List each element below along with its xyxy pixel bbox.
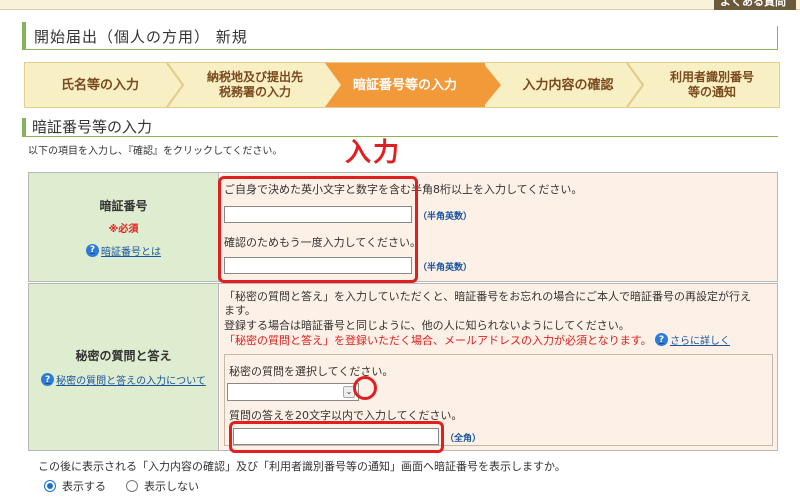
help-icon: ? (41, 373, 55, 386)
instruction-text: 以下の項目を入力し、『確認』をクリックしてください。 (28, 146, 283, 157)
chevron-right-icon (166, 63, 185, 107)
radio-hide-label: 表示しない (144, 480, 199, 493)
step-2-label-2: 税務署の入力 (218, 85, 291, 99)
secret-help-link[interactable]: ? 秘密の質問と答えの入力について (41, 372, 206, 387)
step-4: 入力内容の確認 (503, 63, 633, 107)
chevron-right-icon (483, 63, 501, 107)
chevron-right-icon (626, 63, 645, 107)
step-4-label: 入力内容の確認 (522, 77, 614, 93)
step-1: 氏名等の入力 (25, 63, 175, 107)
secret-label-cell: 秘密の質問と答え ? 秘密の質問と答えの入力について (29, 284, 219, 450)
radio-show[interactable] (44, 480, 56, 492)
pin-help-link-text: 暗証番号とは (101, 246, 161, 258)
step-5-label-1: 利用者識別番号 (669, 70, 754, 84)
secret-email-notice: 「秘密の質問と答え」を登録いただく場合、メールアドレスの入力が必須となります。 (224, 334, 652, 347)
secret-desc-line-3: 登録する場合は暗証番号と同じように、他の人に知られないようにしてください。 (224, 319, 630, 332)
radio-show-label: 表示する (62, 480, 106, 493)
step-5: 利用者識別番号 等の通知 (645, 63, 779, 107)
pin-help-link[interactable]: ? 暗証番号とは (86, 243, 161, 258)
display-pin-question: この後に表示される「入力内容の確認」及び「利用者識別番号等の通知」画面へ暗証番号… (38, 460, 566, 473)
step-3-active: 暗証番号等の入力 (325, 63, 485, 107)
step-5-label-2: 等の通知 (687, 85, 736, 99)
help-icon: ? (86, 243, 99, 257)
annotation-select-circle (353, 376, 377, 400)
pin-hint: （半角英数） (418, 212, 473, 222)
display-pin-options: 表示する 表示しない (44, 478, 199, 494)
help-icon: ? (655, 333, 668, 346)
pin-label-cell: 暗証番号 ※必須 ? 暗証番号とは (29, 173, 219, 281)
annotation-pin-frame (218, 176, 418, 283)
step-2: 納税地及び提出先 税務署の入力 (185, 63, 325, 107)
page-title-bar: 開始届出（個人の方用） 新規 (22, 22, 778, 50)
annotation-input-label: 入力 (345, 138, 402, 168)
step-1-label: 氏名等の入力 (60, 77, 139, 93)
pin-confirm-hint: （半角英数） (418, 263, 473, 273)
page-title: 開始届出（個人の方用） 新規 (34, 28, 248, 46)
step-progress: 氏名等の入力 納税地及び提出先 税務署の入力 暗証番号等の入力 入力内容の確認 利… (24, 62, 780, 108)
secret-label: 秘密の質問と答え (75, 349, 172, 363)
more-details-link[interactable]: ? さらに詳しく (655, 332, 730, 347)
section-title: 暗証番号等の入力 (22, 118, 152, 136)
annotation-answer-frame (229, 421, 444, 453)
step-2-label-1: 納税地及び提出先 (206, 70, 303, 84)
answer-hint: （全角） (445, 434, 482, 444)
radio-hide[interactable] (126, 480, 138, 492)
pin-label: 暗証番号 (99, 198, 148, 213)
secret-desc-line-2: ます。 (224, 304, 256, 317)
secret-question-select[interactable]: ⌄ (227, 383, 359, 401)
more-details-link-text: さらに詳しく (670, 336, 730, 347)
faq-button[interactable]: よくある質問 (714, 0, 796, 10)
secret-desc-line-1: 「秘密の質問と答え」を入力していただくと、暗証番号をお忘れの場合にご本人で暗証番… (224, 290, 752, 303)
chevron-right-icon (325, 63, 341, 107)
step-3-label: 暗証番号等の入力 (352, 77, 457, 93)
required-badge: ※必須 (108, 223, 139, 235)
secret-help-link-text: 秘密の質問と答えの入力について (56, 376, 206, 387)
top-bar: よくある質問 (0, 0, 800, 10)
